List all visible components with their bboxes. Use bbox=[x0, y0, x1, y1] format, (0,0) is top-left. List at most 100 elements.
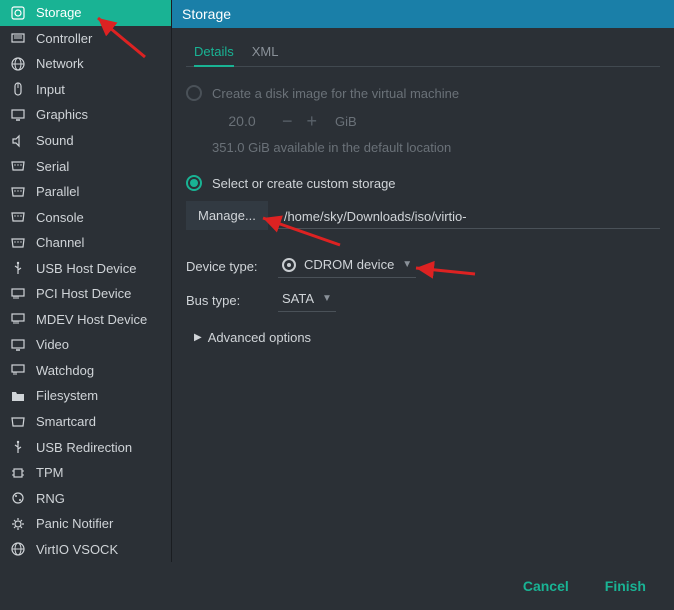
sidebar-item-label: PCI Host Device bbox=[36, 286, 131, 301]
console-icon bbox=[10, 209, 26, 225]
bus-type-select[interactable]: SATA ▼ bbox=[278, 288, 336, 312]
sidebar-item-serial[interactable]: Serial bbox=[0, 153, 171, 179]
usb-icon bbox=[10, 260, 26, 276]
sidebar-item-smartcard[interactable]: Smartcard bbox=[0, 409, 171, 435]
sidebar-item-mdev-host[interactable]: MDEV Host Device bbox=[0, 307, 171, 333]
minus-icon: − bbox=[282, 111, 293, 132]
sidebar-item-label: Graphics bbox=[36, 107, 88, 122]
option-label: Select or create custom storage bbox=[212, 176, 396, 191]
sidebar-item-label: Smartcard bbox=[36, 414, 96, 429]
sound-icon bbox=[10, 133, 26, 149]
serial-icon bbox=[10, 158, 26, 174]
size-stepper: −+ bbox=[282, 111, 317, 132]
chevron-down-icon: ▼ bbox=[402, 259, 412, 270]
sidebar-item-rng[interactable]: RNG bbox=[0, 485, 171, 511]
sidebar-item-label: MDEV Host Device bbox=[36, 312, 147, 327]
plus-icon: + bbox=[307, 111, 318, 132]
dialog-footer: Cancel Finish bbox=[0, 562, 674, 610]
sidebar-item-tpm[interactable]: TPM bbox=[0, 460, 171, 486]
sidebar-item-vsock[interactable]: VirtIO VSOCK bbox=[0, 536, 171, 562]
network-icon bbox=[10, 56, 26, 72]
sidebar-item-label: Parallel bbox=[36, 184, 79, 199]
sidebar-item-label: Controller bbox=[36, 31, 92, 46]
mouse-icon bbox=[10, 81, 26, 97]
device-type-value: CDROM device bbox=[304, 257, 394, 272]
sidebar-item-label: Channel bbox=[36, 235, 84, 250]
usb-redir-icon bbox=[10, 439, 26, 455]
sidebar-item-storage[interactable]: Storage bbox=[0, 0, 171, 26]
content-pane: Storage Details XML Create a disk image … bbox=[172, 0, 674, 562]
sidebar-item-video[interactable]: Video bbox=[0, 332, 171, 358]
tab-xml[interactable]: XML bbox=[252, 40, 279, 67]
sidebar-item-controller[interactable]: Controller bbox=[0, 26, 171, 52]
channel-icon bbox=[10, 235, 26, 251]
parallel-icon bbox=[10, 184, 26, 200]
watchdog-icon bbox=[10, 362, 26, 378]
gear-icon bbox=[10, 516, 26, 532]
sidebar-item-label: Storage bbox=[36, 5, 82, 20]
sidebar-item-label: Sound bbox=[36, 133, 74, 148]
chevron-right-icon: ▶ bbox=[194, 332, 202, 343]
sidebar: Storage Controller Network Input Graphic… bbox=[0, 0, 172, 562]
video-icon bbox=[10, 337, 26, 353]
controller-icon bbox=[10, 30, 26, 46]
sidebar-item-label: Video bbox=[36, 337, 69, 352]
sidebar-item-label: TPM bbox=[36, 465, 63, 480]
bus-type-label: Bus type: bbox=[186, 293, 266, 308]
sidebar-item-parallel[interactable]: Parallel bbox=[0, 179, 171, 205]
smartcard-icon bbox=[10, 414, 26, 430]
tpm-icon bbox=[10, 465, 26, 481]
sidebar-item-graphics[interactable]: Graphics bbox=[0, 102, 171, 128]
sidebar-item-console[interactable]: Console bbox=[0, 204, 171, 230]
disk-icon bbox=[10, 5, 26, 21]
rng-icon bbox=[10, 490, 26, 506]
sidebar-item-watchdog[interactable]: Watchdog bbox=[0, 358, 171, 384]
sidebar-item-label: Input bbox=[36, 82, 65, 97]
advanced-label: Advanced options bbox=[208, 330, 311, 345]
size-unit: GiB bbox=[335, 114, 357, 129]
finish-button[interactable]: Finish bbox=[605, 578, 646, 594]
radio-icon bbox=[186, 85, 202, 101]
sidebar-item-usb-host[interactable]: USB Host Device bbox=[0, 255, 171, 281]
sidebar-item-label: VirtIO VSOCK bbox=[36, 542, 118, 557]
sidebar-item-label: Serial bbox=[36, 159, 69, 174]
sidebar-item-usb-redir[interactable]: USB Redirection bbox=[0, 434, 171, 460]
tabs: Details XML bbox=[186, 40, 660, 67]
vsock-icon bbox=[10, 541, 26, 557]
sidebar-item-label: USB Redirection bbox=[36, 440, 132, 455]
sidebar-item-network[interactable]: Network bbox=[0, 51, 171, 77]
radio-icon bbox=[186, 175, 202, 191]
device-type-select[interactable]: CDROM device ▼ bbox=[278, 254, 416, 278]
sidebar-item-label: Console bbox=[36, 210, 84, 225]
sidebar-item-label: USB Host Device bbox=[36, 261, 136, 276]
folder-icon bbox=[10, 388, 26, 404]
option-create-disk[interactable]: Create a disk image for the virtual mach… bbox=[186, 85, 660, 101]
option-custom-storage[interactable]: Select or create custom storage bbox=[186, 175, 660, 191]
sidebar-item-label: Network bbox=[36, 56, 84, 71]
sidebar-item-panic[interactable]: Panic Notifier bbox=[0, 511, 171, 537]
bus-type-value: SATA bbox=[282, 291, 314, 306]
display-icon bbox=[10, 107, 26, 123]
storage-path-input[interactable] bbox=[274, 203, 660, 229]
disk-size-input bbox=[212, 113, 272, 130]
sidebar-item-label: RNG bbox=[36, 491, 65, 506]
tab-details[interactable]: Details bbox=[194, 40, 234, 67]
chevron-down-icon: ▼ bbox=[322, 293, 332, 304]
manage-button[interactable]: Manage... bbox=[186, 201, 268, 230]
sidebar-item-pci-host[interactable]: PCI Host Device bbox=[0, 281, 171, 307]
panel-title: Storage bbox=[172, 0, 674, 28]
sidebar-item-label: Watchdog bbox=[36, 363, 94, 378]
device-type-label: Device type: bbox=[186, 259, 266, 274]
sidebar-item-label: Filesystem bbox=[36, 388, 98, 403]
sidebar-item-label: Panic Notifier bbox=[36, 516, 113, 531]
sidebar-item-filesystem[interactable]: Filesystem bbox=[0, 383, 171, 409]
sidebar-item-input[interactable]: Input bbox=[0, 77, 171, 103]
sidebar-item-sound[interactable]: Sound bbox=[0, 128, 171, 154]
cancel-button[interactable]: Cancel bbox=[523, 578, 569, 594]
option-label: Create a disk image for the virtual mach… bbox=[212, 86, 459, 101]
sidebar-item-channel[interactable]: Channel bbox=[0, 230, 171, 256]
available-text: 351.0 GiB available in the default locat… bbox=[212, 140, 660, 155]
mdev-icon bbox=[10, 311, 26, 327]
cdrom-icon bbox=[282, 258, 296, 272]
advanced-options-toggle[interactable]: ▶ Advanced options bbox=[194, 330, 660, 345]
